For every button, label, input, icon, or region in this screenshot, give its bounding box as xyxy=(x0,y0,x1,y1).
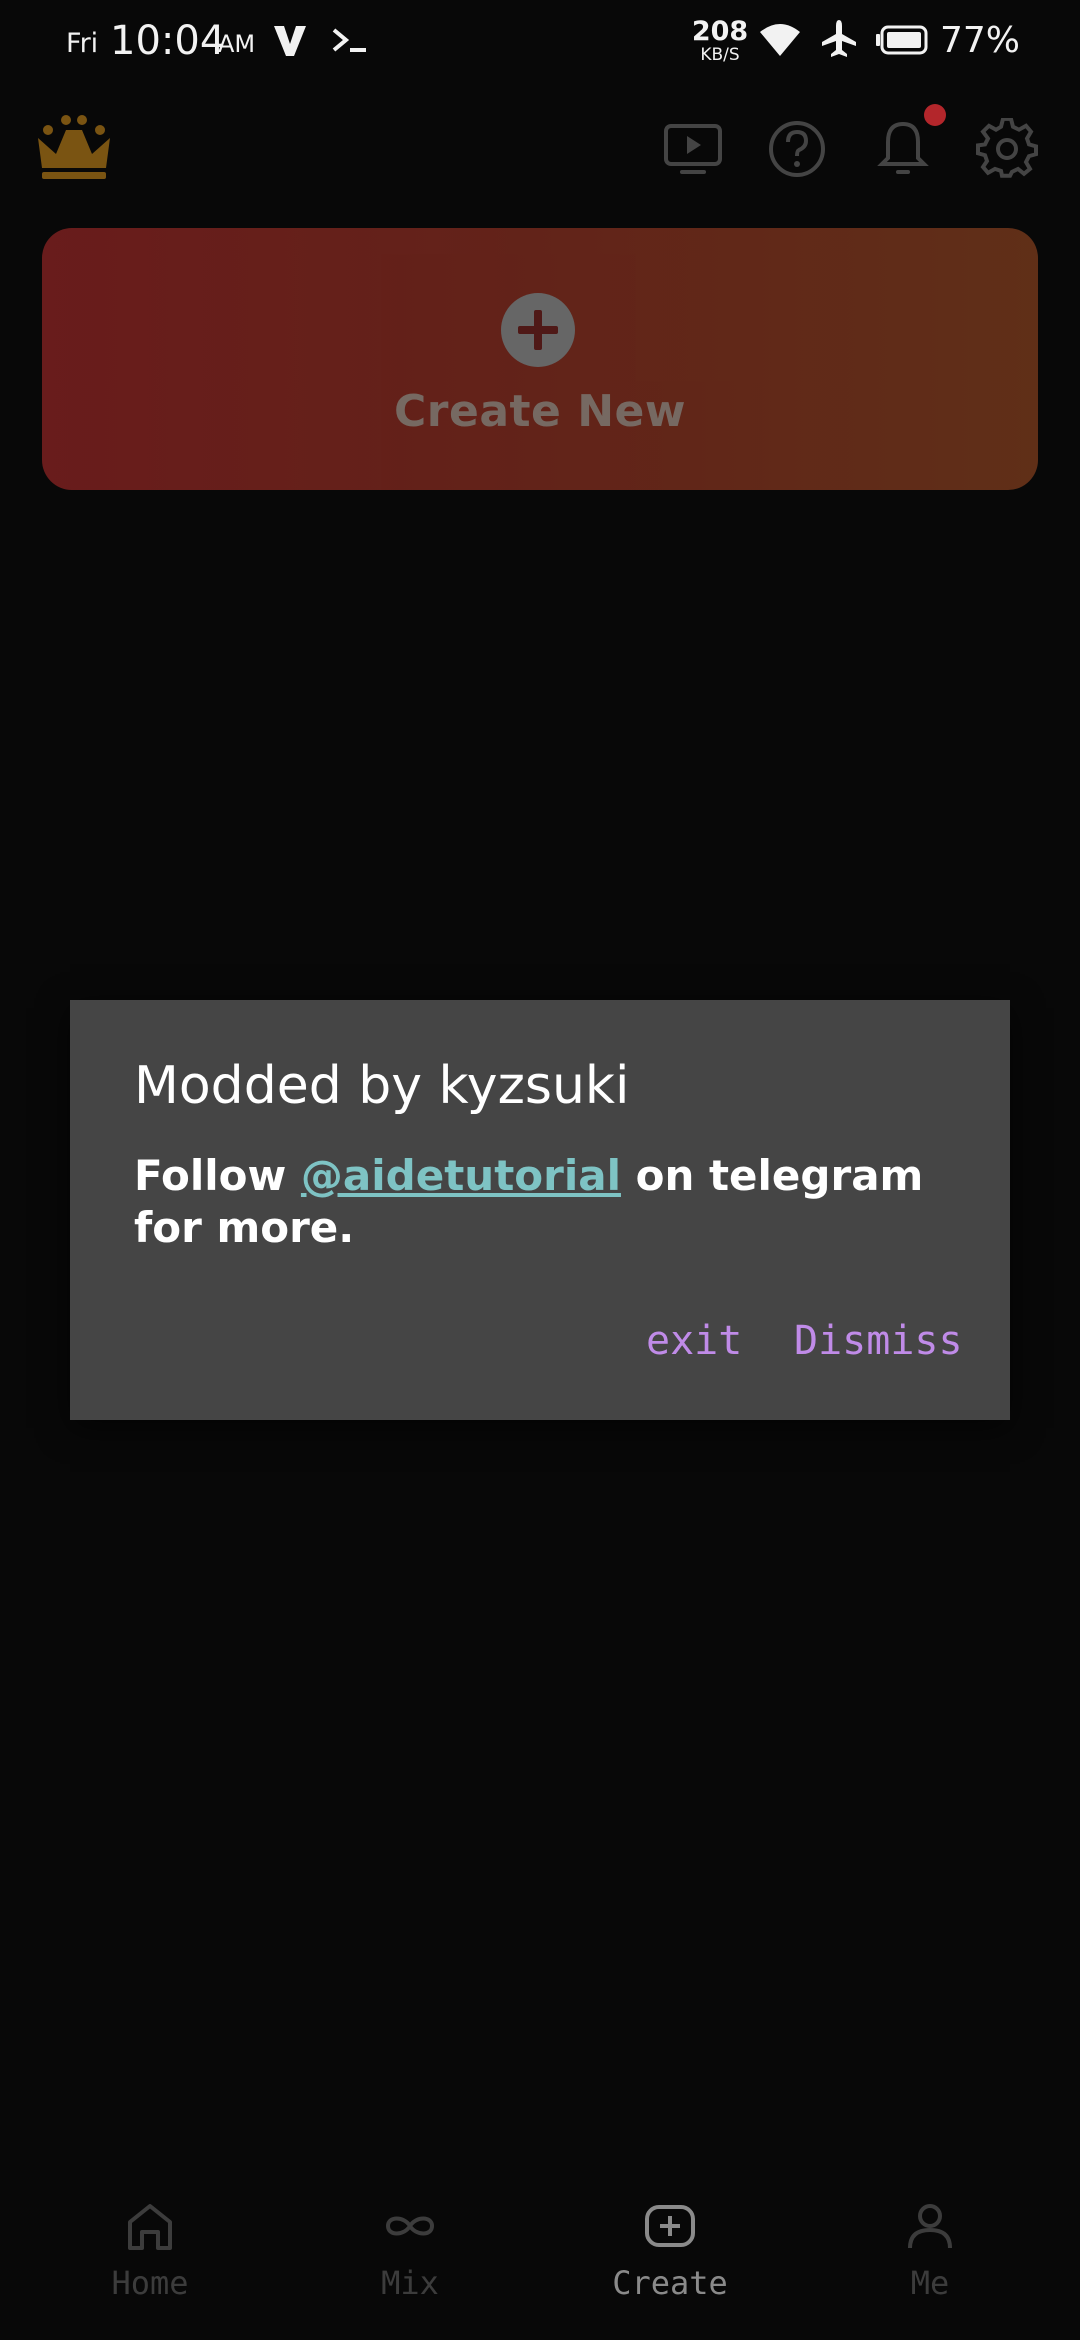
home-icon xyxy=(128,2204,172,2250)
notification-dot xyxy=(924,104,946,126)
bell-icon[interactable] xyxy=(872,118,934,180)
dialog-message: Follow @aidetutorial on telegram for mor… xyxy=(134,1150,954,1254)
battery-percent: 77% xyxy=(940,20,1021,61)
nav-create-label: Create xyxy=(612,2264,728,2302)
mod-dialog: Modded by kyzsuki Follow @aidetutorial o… xyxy=(70,1000,1010,1420)
status-day: Fri xyxy=(66,28,99,59)
exit-button[interactable]: exit xyxy=(646,1318,742,1364)
nav-create[interactable]: Create xyxy=(590,2198,750,2302)
gear-icon[interactable] xyxy=(976,118,1038,180)
wifi-icon xyxy=(760,24,800,56)
nav-mix[interactable]: Mix xyxy=(330,2198,490,2302)
status-ampm: AM xyxy=(218,30,256,58)
bottom-nav: Home Mix Create Me xyxy=(0,2180,1080,2340)
net-speed-value: 208 xyxy=(691,16,749,47)
terminal-icon xyxy=(332,28,366,52)
create-new-card[interactable]: Create New xyxy=(42,228,1038,490)
help-icon[interactable] xyxy=(766,118,828,180)
message-prefix: Follow xyxy=(134,1151,301,1200)
nav-me-label: Me xyxy=(910,2264,950,2302)
telegram-link[interactable]: @aidetutorial xyxy=(301,1151,621,1200)
status-time: 10:04 xyxy=(110,18,226,64)
tv-play-icon[interactable] xyxy=(662,118,724,180)
nav-home[interactable]: Home xyxy=(70,2198,230,2302)
crown-icon[interactable] xyxy=(34,112,114,182)
v-icon xyxy=(274,26,306,56)
nav-me[interactable]: Me xyxy=(850,2198,1010,2302)
create-new-label: Create New xyxy=(393,386,687,437)
dialog-title: Modded by kyzsuki xyxy=(134,1056,630,1116)
nav-mix-label: Mix xyxy=(381,2264,439,2302)
dismiss-button[interactable]: Dismiss xyxy=(794,1318,963,1364)
nav-home-label: Home xyxy=(111,2264,189,2302)
net-speed: 208 KB/S xyxy=(690,18,750,64)
person-icon xyxy=(908,2204,952,2249)
plus-circle-icon xyxy=(501,293,575,367)
plus-box-icon xyxy=(645,2205,695,2247)
net-speed-unit: KB/S xyxy=(700,45,740,65)
airplane-icon xyxy=(822,20,856,57)
battery-icon xyxy=(876,25,928,55)
infinity-icon xyxy=(385,2216,435,2236)
status-bar: Fri 10:04 AM 208 KB/S 77% xyxy=(0,0,1080,84)
